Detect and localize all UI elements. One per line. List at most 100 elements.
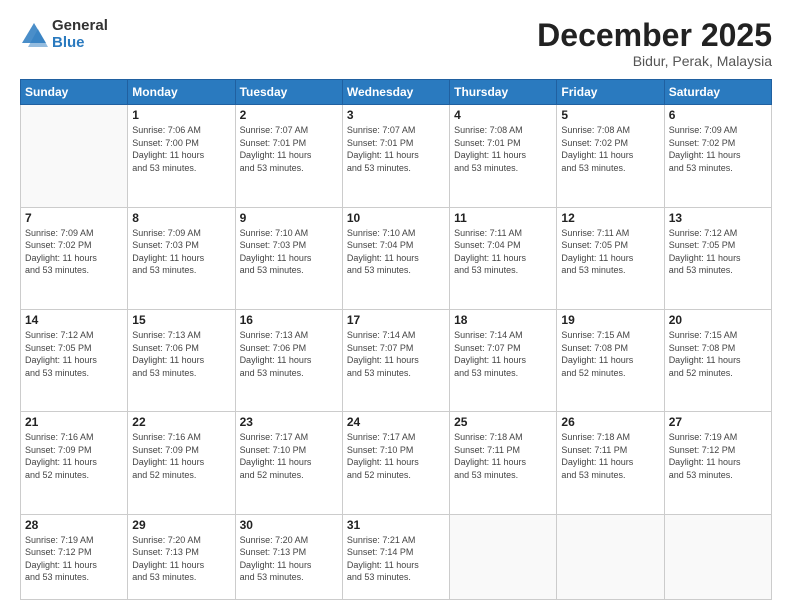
calendar-cell: 29 Sunrise: 7:20 AM Sunset: 7:13 PM Dayli… — [128, 514, 235, 599]
header: General Blue December 2025 Bidur, Perak,… — [20, 18, 772, 69]
calendar-cell — [450, 514, 557, 599]
calendar-cell: 13Sunrise: 7:12 AM Sunset: 7:05 PM Dayli… — [664, 207, 771, 309]
day-number: 20 — [669, 313, 767, 327]
day-info: Sunrise: 7:14 AM Sunset: 7:07 PM Dayligh… — [454, 329, 552, 379]
day-number: 23 — [240, 415, 338, 429]
col-friday: Friday — [557, 80, 664, 105]
col-tuesday: Tuesday — [235, 80, 342, 105]
day-number: 7 — [25, 211, 123, 225]
calendar-cell: 5 Sunrise: 7:08 AM Sunset: 7:02 PM Daylig… — [557, 105, 664, 207]
day-number: 11 — [454, 211, 552, 225]
day-info: Sunrise: 7:08 AM Sunset: 7:01 PM Dayligh… — [454, 124, 552, 174]
day-info: Sunrise: 7:20 AM Sunset: 7:13 PM Dayligh… — [132, 534, 230, 584]
calendar-week-row-4: 28Sunrise: 7:19 AM Sunset: 7:12 PM Dayli… — [21, 514, 772, 599]
day-number: 31 — [347, 518, 445, 532]
calendar-cell: 2 Sunrise: 7:07 AM Sunset: 7:01 PM Daylig… — [235, 105, 342, 207]
calendar-cell: 4 Sunrise: 7:08 AM Sunset: 7:01 PM Daylig… — [450, 105, 557, 207]
calendar-cell: 27Sunrise: 7:19 AM Sunset: 7:12 PM Dayli… — [664, 412, 771, 514]
day-info: Sunrise: 7:08 AM Sunset: 7:02 PM Dayligh… — [561, 124, 659, 174]
day-number: 17 — [347, 313, 445, 327]
day-number: 9 — [240, 211, 338, 225]
day-info: Sunrise: 7:20 AM Sunset: 7:13 PM Dayligh… — [240, 534, 338, 584]
day-number: 14 — [25, 313, 123, 327]
day-info: Sunrise: 7:16 AM Sunset: 7:09 PM Dayligh… — [132, 431, 230, 481]
calendar-cell — [557, 514, 664, 599]
day-number: 30 — [240, 518, 338, 532]
day-number: 5 — [561, 108, 659, 122]
calendar-cell: 8 Sunrise: 7:09 AM Sunset: 7:03 PM Daylig… — [128, 207, 235, 309]
day-info: Sunrise: 7:06 AM Sunset: 7:00 PM Dayligh… — [132, 124, 230, 174]
calendar-cell: 17 Sunrise: 7:14 AM Sunset: 7:07 PM Dayli… — [342, 309, 449, 411]
calendar-cell: 18 Sunrise: 7:14 AM Sunset: 7:07 PM Dayli… — [450, 309, 557, 411]
day-info: Sunrise: 7:13 AM Sunset: 7:06 PM Dayligh… — [240, 329, 338, 379]
page: General Blue December 2025 Bidur, Perak,… — [0, 0, 792, 612]
calendar-cell: 30 Sunrise: 7:20 AM Sunset: 7:13 PM Dayli… — [235, 514, 342, 599]
calendar-cell — [21, 105, 128, 207]
day-info: Sunrise: 7:09 AM Sunset: 7:02 PM Dayligh… — [669, 124, 767, 174]
calendar-cell: 6 Sunrise: 7:09 AM Sunset: 7:02 PM Daylig… — [664, 105, 771, 207]
calendar-cell: 19Sunrise: 7:15 AM Sunset: 7:08 PM Dayli… — [557, 309, 664, 411]
day-info: Sunrise: 7:15 AM Sunset: 7:08 PM Dayligh… — [669, 329, 767, 379]
calendar-cell: 21Sunrise: 7:16 AM Sunset: 7:09 PM Dayli… — [21, 412, 128, 514]
calendar-cell: 3Sunrise: 7:07 AM Sunset: 7:01 PM Daylig… — [342, 105, 449, 207]
calendar-cell: 24 Sunrise: 7:17 AM Sunset: 7:10 PM Dayli… — [342, 412, 449, 514]
calendar-week-row-3: 21Sunrise: 7:16 AM Sunset: 7:09 PM Dayli… — [21, 412, 772, 514]
day-info: Sunrise: 7:21 AM Sunset: 7:14 PM Dayligh… — [347, 534, 445, 584]
day-info: Sunrise: 7:17 AM Sunset: 7:10 PM Dayligh… — [347, 431, 445, 481]
logo-icon — [20, 21, 48, 49]
calendar-week-row-2: 14 Sunrise: 7:12 AM Sunset: 7:05 PM Dayli… — [21, 309, 772, 411]
day-info: Sunrise: 7:07 AM Sunset: 7:01 PM Dayligh… — [347, 124, 445, 174]
calendar-table: Sunday Monday Tuesday Wednesday Thursday… — [20, 79, 772, 600]
calendar-header-row: Sunday Monday Tuesday Wednesday Thursday… — [21, 80, 772, 105]
day-info: Sunrise: 7:19 AM Sunset: 7:12 PM Dayligh… — [669, 431, 767, 481]
day-number: 4 — [454, 108, 552, 122]
day-number: 15 — [132, 313, 230, 327]
calendar-cell: 7 Sunrise: 7:09 AM Sunset: 7:02 PM Daylig… — [21, 207, 128, 309]
calendar-cell: 1Sunrise: 7:06 AM Sunset: 7:00 PM Daylig… — [128, 105, 235, 207]
col-monday: Monday — [128, 80, 235, 105]
day-info: Sunrise: 7:14 AM Sunset: 7:07 PM Dayligh… — [347, 329, 445, 379]
day-info: Sunrise: 7:15 AM Sunset: 7:08 PM Dayligh… — [561, 329, 659, 379]
day-info: Sunrise: 7:16 AM Sunset: 7:09 PM Dayligh… — [25, 431, 123, 481]
day-info: Sunrise: 7:10 AM Sunset: 7:04 PM Dayligh… — [347, 227, 445, 277]
day-number: 8 — [132, 211, 230, 225]
day-number: 6 — [669, 108, 767, 122]
day-info: Sunrise: 7:09 AM Sunset: 7:03 PM Dayligh… — [132, 227, 230, 277]
day-info: Sunrise: 7:07 AM Sunset: 7:01 PM Dayligh… — [240, 124, 338, 174]
month-title: December 2025 — [537, 18, 772, 53]
day-number: 18 — [454, 313, 552, 327]
day-info: Sunrise: 7:12 AM Sunset: 7:05 PM Dayligh… — [25, 329, 123, 379]
calendar-week-row-0: 1Sunrise: 7:06 AM Sunset: 7:00 PM Daylig… — [21, 105, 772, 207]
logo: General Blue — [20, 18, 108, 51]
day-number: 12 — [561, 211, 659, 225]
day-number: 29 — [132, 518, 230, 532]
day-number: 28 — [25, 518, 123, 532]
day-info: Sunrise: 7:10 AM Sunset: 7:03 PM Dayligh… — [240, 227, 338, 277]
day-info: Sunrise: 7:12 AM Sunset: 7:05 PM Dayligh… — [669, 227, 767, 277]
calendar-week-row-1: 7 Sunrise: 7:09 AM Sunset: 7:02 PM Daylig… — [21, 207, 772, 309]
day-info: Sunrise: 7:13 AM Sunset: 7:06 PM Dayligh… — [132, 329, 230, 379]
logo-general-text: General — [52, 18, 108, 35]
calendar-cell: 26 Sunrise: 7:18 AM Sunset: 7:11 PM Dayli… — [557, 412, 664, 514]
calendar-cell: 23 Sunrise: 7:17 AM Sunset: 7:10 PM Dayli… — [235, 412, 342, 514]
day-info: Sunrise: 7:17 AM Sunset: 7:10 PM Dayligh… — [240, 431, 338, 481]
day-number: 24 — [347, 415, 445, 429]
day-number: 2 — [240, 108, 338, 122]
col-sunday: Sunday — [21, 80, 128, 105]
day-info: Sunrise: 7:18 AM Sunset: 7:11 PM Dayligh… — [454, 431, 552, 481]
calendar-cell: 14 Sunrise: 7:12 AM Sunset: 7:05 PM Dayli… — [21, 309, 128, 411]
header-right: December 2025 Bidur, Perak, Malaysia — [537, 18, 772, 69]
day-info: Sunrise: 7:09 AM Sunset: 7:02 PM Dayligh… — [25, 227, 123, 277]
day-number: 16 — [240, 313, 338, 327]
col-wednesday: Wednesday — [342, 80, 449, 105]
calendar-cell: 22Sunrise: 7:16 AM Sunset: 7:09 PM Dayli… — [128, 412, 235, 514]
calendar-cell: 20 Sunrise: 7:15 AM Sunset: 7:08 PM Dayli… — [664, 309, 771, 411]
day-info: Sunrise: 7:18 AM Sunset: 7:11 PM Dayligh… — [561, 431, 659, 481]
calendar-cell: 15 Sunrise: 7:13 AM Sunset: 7:06 PM Dayli… — [128, 309, 235, 411]
day-info: Sunrise: 7:11 AM Sunset: 7:05 PM Dayligh… — [561, 227, 659, 277]
col-saturday: Saturday — [664, 80, 771, 105]
day-number: 26 — [561, 415, 659, 429]
calendar-cell: 10Sunrise: 7:10 AM Sunset: 7:04 PM Dayli… — [342, 207, 449, 309]
day-info: Sunrise: 7:11 AM Sunset: 7:04 PM Dayligh… — [454, 227, 552, 277]
calendar-cell: 16 Sunrise: 7:13 AM Sunset: 7:06 PM Dayli… — [235, 309, 342, 411]
